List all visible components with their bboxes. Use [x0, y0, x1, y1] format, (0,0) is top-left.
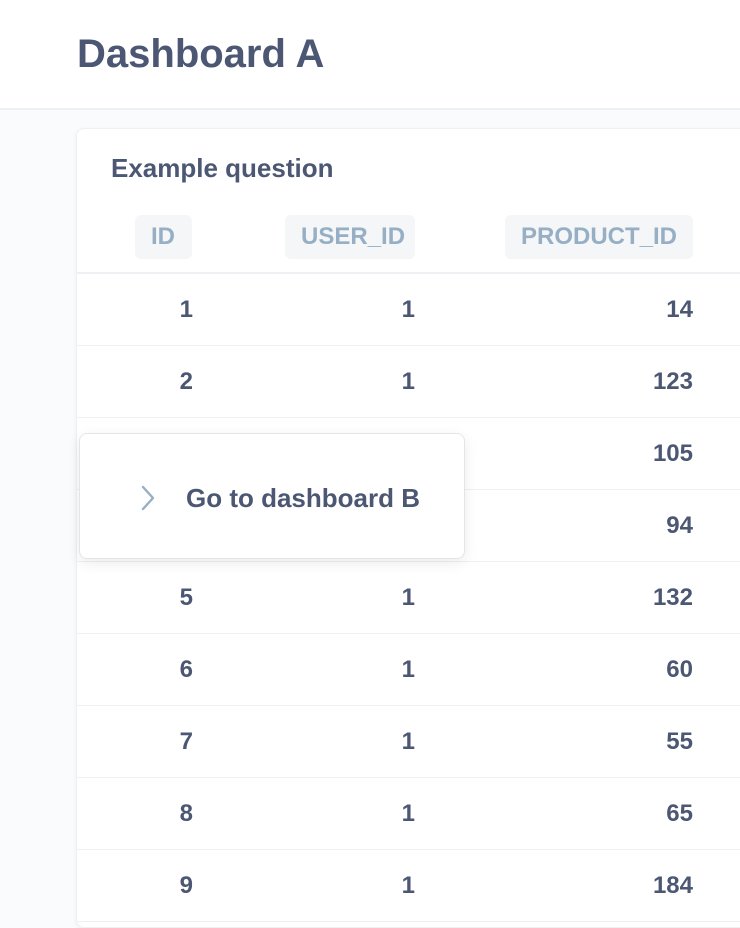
cell-id[interactable]: 2 — [137, 346, 193, 417]
cell-product-id[interactable]: 94 — [577, 490, 693, 561]
cell-user-id[interactable]: 1 — [337, 850, 415, 921]
table-body: 1 1 14 2 1 123 3 1 105 4 1 94 5 1 132 6 … — [77, 274, 740, 922]
cell-product-id[interactable]: 65 — [577, 778, 693, 849]
cell-id[interactable]: 5 — [137, 562, 193, 633]
cell-user-id[interactable]: 1 — [337, 346, 415, 417]
cell-product-id[interactable]: 55 — [577, 706, 693, 777]
dashboard-header: Dashboard A — [0, 0, 740, 110]
cell-product-id[interactable]: 105 — [577, 418, 693, 489]
chevron-right-icon — [141, 485, 155, 511]
cell-product-id[interactable]: 60 — [577, 634, 693, 705]
cell-id[interactable]: 9 — [137, 850, 193, 921]
cell-id[interactable]: 8 — [137, 778, 193, 849]
table-row[interactable]: 2 1 123 — [77, 346, 740, 418]
table-row[interactable]: 8 1 65 — [77, 778, 740, 850]
click-behavior-popover: Go to dashboard B — [79, 433, 465, 559]
cell-id[interactable]: 6 — [137, 634, 193, 705]
cell-user-id[interactable]: 1 — [337, 562, 415, 633]
cell-user-id[interactable]: 1 — [337, 706, 415, 777]
card-title[interactable]: Example question — [111, 151, 334, 185]
table-row[interactable]: 1 1 14 — [77, 274, 740, 346]
cell-user-id[interactable]: 1 — [337, 778, 415, 849]
column-header-user-id[interactable]: USER_ID — [285, 215, 415, 259]
cell-product-id[interactable]: 132 — [577, 562, 693, 633]
go-to-dashboard-b-link[interactable]: Go to dashboard B — [120, 474, 440, 522]
cell-user-id[interactable]: 1 — [337, 634, 415, 705]
cell-id[interactable]: 1 — [137, 274, 193, 345]
cell-product-id[interactable]: 14 — [577, 274, 693, 345]
page-title: Dashboard A — [77, 32, 325, 76]
cell-product-id[interactable]: 123 — [577, 346, 693, 417]
cell-product-id[interactable]: 184 — [577, 850, 693, 921]
column-header-id[interactable]: ID — [135, 215, 192, 259]
table-row[interactable]: 9 1 184 — [77, 850, 740, 922]
cell-user-id[interactable]: 1 — [337, 274, 415, 345]
table-row[interactable]: 5 1 132 — [77, 562, 740, 634]
popover-item-label: Go to dashboard B — [186, 483, 420, 513]
cell-id[interactable]: 7 — [137, 706, 193, 777]
table-row[interactable]: 6 1 60 — [77, 634, 740, 706]
column-header-product-id[interactable]: PRODUCT_ID — [505, 215, 693, 259]
table-row[interactable]: 7 1 55 — [77, 706, 740, 778]
